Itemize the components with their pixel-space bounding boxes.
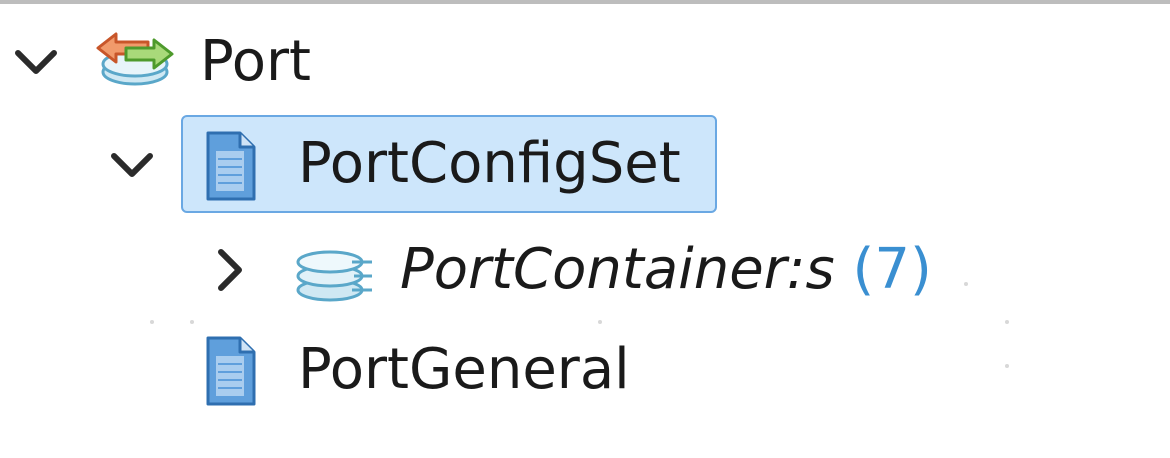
model-tree[interactable]: Port PortConfigSet PortContainer:s (7) P… xyxy=(0,0,1170,458)
port-arrows-icon xyxy=(96,32,174,86)
guide-dot xyxy=(1005,364,1009,368)
tree-item-portgeneral[interactable]: PortGeneral xyxy=(0,322,1170,422)
tree-item-label: PortContainer:s (7) xyxy=(400,242,932,298)
chevron-down-icon[interactable] xyxy=(108,141,156,189)
chevron-down-icon[interactable] xyxy=(12,38,60,86)
guide-dot xyxy=(1005,320,1009,324)
tree-item-name: PortContainer:s xyxy=(400,237,835,302)
tree-item-label: PortConfigSet xyxy=(298,131,681,196)
guide-dot xyxy=(190,320,194,324)
guide-dot xyxy=(964,282,968,286)
document-icon xyxy=(206,336,256,406)
tree-item-label: Port xyxy=(200,29,312,94)
tree-item-label: PortGeneral xyxy=(298,337,630,402)
tree-item-portconfigset[interactable]: PortConfigSet xyxy=(0,115,1170,215)
document-icon xyxy=(206,131,256,201)
child-count: (7) xyxy=(852,237,932,302)
guide-dot xyxy=(150,320,154,324)
guide-dot xyxy=(598,320,602,324)
tree-item-port[interactable]: Port xyxy=(0,10,1170,110)
stack-icon xyxy=(296,250,372,302)
chevron-right-icon[interactable] xyxy=(206,246,254,294)
tree-item-portcontainers[interactable]: PortContainer:s (7) xyxy=(0,220,1170,320)
